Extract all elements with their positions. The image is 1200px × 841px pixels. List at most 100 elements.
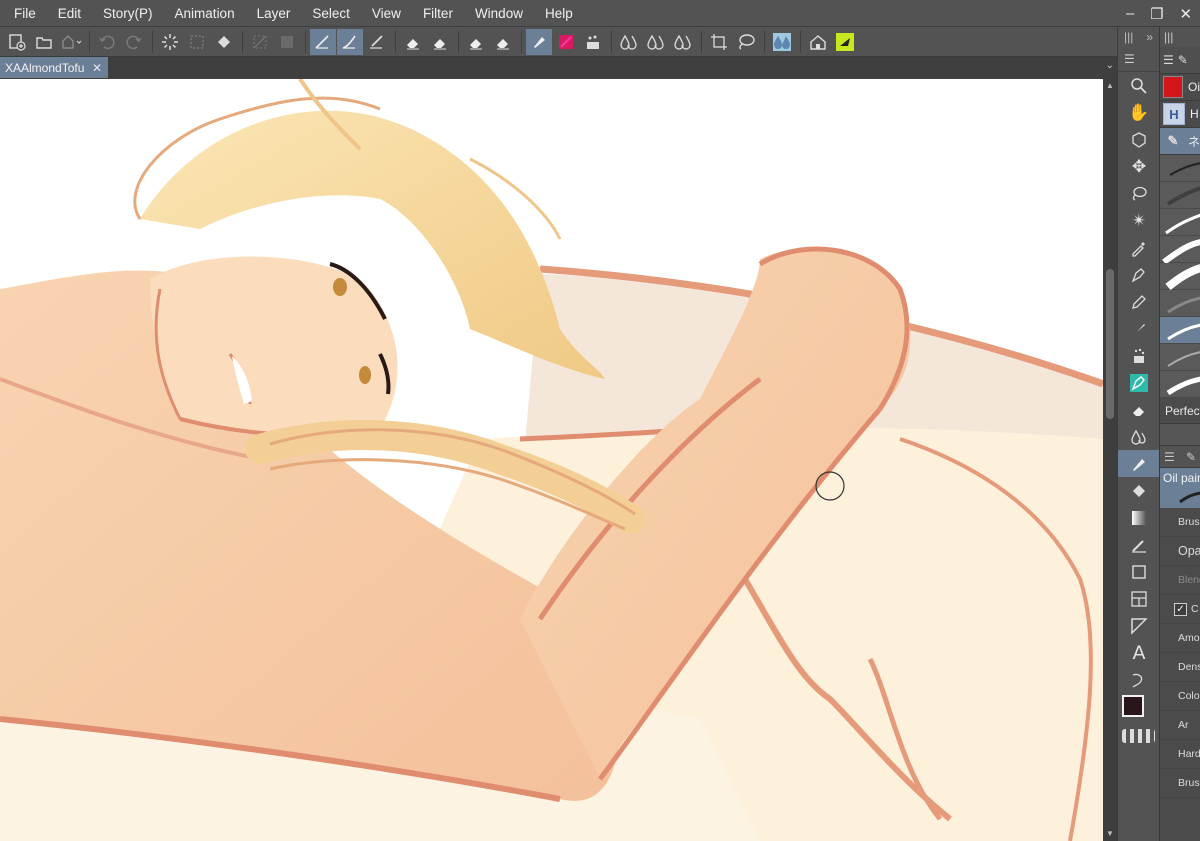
menu-story[interactable]: Story(P) [92, 0, 164, 27]
hand-icon[interactable]: ✋ [1118, 99, 1160, 126]
brush-item[interactable] [1160, 236, 1200, 263]
transparent-icon[interactable] [247, 29, 273, 55]
airbrush-icon[interactable] [1118, 342, 1160, 369]
water-icon[interactable] [769, 29, 795, 55]
property-blending-mode[interactable]: Blend [1160, 566, 1200, 595]
text-icon[interactable]: A [1118, 639, 1160, 666]
property-hardness[interactable]: Hard [1160, 740, 1200, 769]
property-anti-alias[interactable]: Ar [1160, 711, 1200, 740]
frame-border-icon[interactable] [1118, 585, 1160, 612]
lasso-icon[interactable] [1118, 180, 1160, 207]
color-icon[interactable] [553, 29, 579, 55]
pen-icon[interactable] [337, 28, 363, 55]
fill-icon[interactable] [211, 29, 237, 55]
correct-line-icon[interactable] [364, 29, 390, 55]
zoom-icon[interactable] [1118, 72, 1160, 99]
property-color-checkbox[interactable]: ✓ C [1160, 595, 1200, 624]
pencil-icon[interactable] [1118, 288, 1160, 315]
brush-item[interactable] [1160, 209, 1200, 236]
brush-item-selected[interactable] [1160, 317, 1200, 344]
crop-icon[interactable] [706, 29, 732, 55]
eraser-icon[interactable] [1118, 396, 1160, 423]
menu-window[interactable]: Window [464, 0, 534, 27]
subtool-group-oil[interactable]: Oi [1160, 74, 1200, 101]
vertical-scrollbar[interactable]: ▲ ▼ [1103, 79, 1117, 841]
fill-icon[interactable] [1118, 477, 1160, 504]
ai-icon[interactable] [832, 29, 858, 55]
brush-tab-icon[interactable]: ✎ [1178, 53, 1188, 67]
menu-icon[interactable]: ☰ [1164, 450, 1175, 464]
brush-item[interactable] [1160, 290, 1200, 317]
close-button[interactable]: ✕ [1179, 5, 1192, 23]
menu-animation[interactable]: Animation [164, 0, 246, 27]
drawing-canvas[interactable] [0, 79, 1103, 841]
subtool-group-h[interactable]: H H [1160, 101, 1200, 128]
move-icon[interactable]: ✥ [1118, 153, 1160, 180]
blend-icon[interactable] [526, 28, 552, 55]
menu-file[interactable]: File [0, 0, 47, 27]
ruler-icon[interactable] [1118, 612, 1160, 639]
brush-icon[interactable] [1118, 315, 1160, 342]
document-tab[interactable]: XAAlmondTofu ✕ [0, 57, 108, 78]
transparent-color-swatch[interactable] [1122, 729, 1155, 743]
redo-icon[interactable] [121, 29, 147, 55]
blend-drop-icon[interactable] [1118, 423, 1160, 450]
menu-layer[interactable]: Layer [246, 0, 302, 27]
menu-icon[interactable]: ☰ [1163, 53, 1174, 67]
figure-icon[interactable] [1118, 531, 1160, 558]
eraser-icon[interactable] [427, 29, 453, 55]
scroll-up-icon[interactable]: ▲ [1105, 81, 1115, 91]
restore-button[interactable]: ❐ [1150, 5, 1163, 23]
property-brush-density[interactable]: Brush [1160, 769, 1200, 798]
blend-tool-icon[interactable] [1118, 450, 1160, 477]
magic-wand-icon[interactable]: ✴ [1118, 207, 1160, 234]
menu-help[interactable]: Help [534, 0, 584, 27]
checkbox-icon[interactable]: ✓ [1174, 602, 1187, 616]
transform-icon[interactable] [274, 29, 300, 55]
brush-item[interactable] [1160, 263, 1200, 290]
rectangle-icon[interactable] [1118, 558, 1160, 585]
subtool-group-pen[interactable]: ✎ ネ [1160, 128, 1200, 155]
eraser-icon[interactable] [463, 29, 489, 55]
balloon-icon[interactable] [1118, 666, 1160, 693]
home-icon[interactable] [805, 29, 831, 55]
color-well[interactable] [1118, 693, 1159, 727]
scroll-down-icon[interactable]: ▼ [1105, 829, 1115, 839]
drop-icon[interactable] [643, 29, 669, 55]
gradient-icon[interactable] [1118, 504, 1160, 531]
brush-item[interactable] [1160, 155, 1200, 182]
chevron-down-icon[interactable]: ⌄ [1106, 60, 1114, 71]
property-color-stretch[interactable]: Colo [1160, 682, 1200, 711]
brush-item[interactable] [1160, 344, 1200, 371]
menu-filter[interactable]: Filter [412, 0, 464, 27]
scroll-thumb[interactable] [1106, 269, 1114, 419]
drop-icon[interactable] [670, 29, 696, 55]
menu-select[interactable]: Select [301, 0, 361, 27]
menu-edit[interactable]: Edit [47, 0, 92, 27]
grip-icon[interactable]: ||| [1124, 30, 1133, 44]
brush-tab-icon[interactable]: ✎ [1186, 450, 1196, 464]
close-icon[interactable]: ✕ [92, 61, 102, 75]
loading-icon[interactable] [157, 29, 183, 55]
open-icon[interactable] [31, 29, 57, 55]
undo-icon[interactable] [94, 29, 120, 55]
brush-item[interactable] [1160, 182, 1200, 209]
menu-view[interactable]: View [361, 0, 412, 27]
property-opacity[interactable]: Opa [1160, 537, 1200, 566]
drop-icon[interactable] [616, 29, 642, 55]
property-amount[interactable]: Amou [1160, 624, 1200, 653]
deselect-icon[interactable] [184, 29, 210, 55]
pen-icon[interactable] [1118, 261, 1160, 288]
property-brush-size[interactable]: Brush [1160, 508, 1200, 537]
property-density[interactable]: Dens [1160, 653, 1200, 682]
lasso-icon[interactable] [733, 29, 759, 55]
main-color-swatch[interactable] [1122, 695, 1144, 717]
eraser-icon[interactable] [490, 29, 516, 55]
menu-icon[interactable]: ☰ [1124, 52, 1135, 66]
brush-item[interactable] [1160, 371, 1200, 398]
object-icon[interactable] [1118, 126, 1160, 153]
save-icon[interactable] [58, 29, 84, 55]
decoration-icon[interactable] [1118, 369, 1160, 396]
stabilize-icon[interactable] [310, 28, 336, 55]
eyedropper-icon[interactable] [1118, 234, 1160, 261]
